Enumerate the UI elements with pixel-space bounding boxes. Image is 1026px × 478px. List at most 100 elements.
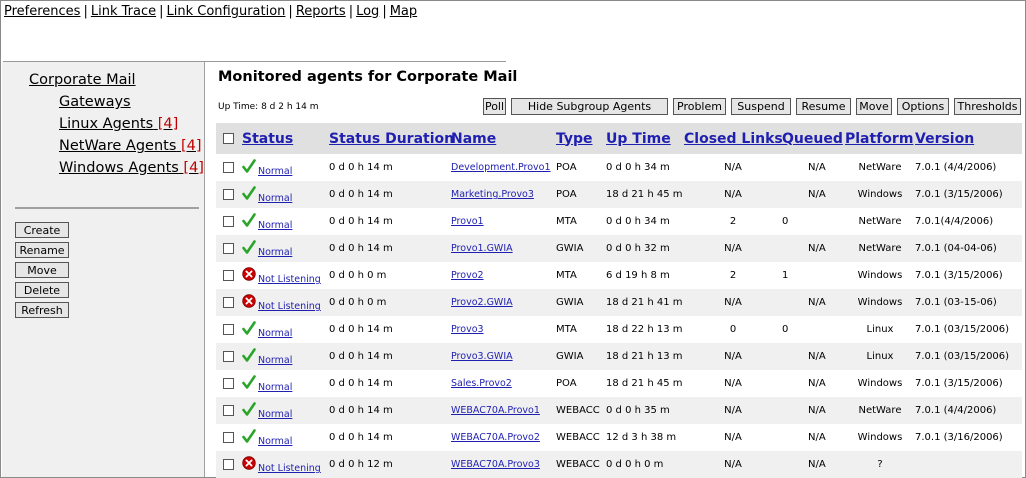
agent-name-link[interactable]: Development.Provo1	[451, 162, 551, 173]
col-version[interactable]: Version	[915, 131, 974, 147]
delete-button[interactable]: Delete	[15, 282, 69, 298]
agent-name-link[interactable]: Provo2	[451, 270, 484, 281]
menu-map[interactable]: Map	[390, 4, 417, 19]
hide-subgroup-agents-button[interactable]: Hide Subgroup Agents	[511, 98, 668, 115]
row-checkbox[interactable]	[223, 269, 234, 281]
status-link[interactable]: Normal	[258, 328, 292, 339]
type-cell: MTA	[556, 216, 577, 227]
agent-name-link[interactable]: Marketing.Provo3	[451, 189, 534, 200]
table-row: Normal 0 d 0 h 14 m Provo3.GWIA GWIA 18 d 21…	[216, 343, 1022, 370]
status-link[interactable]: Normal	[258, 166, 292, 177]
queued-value: N/A	[808, 459, 826, 470]
row-checkbox[interactable]	[223, 404, 234, 416]
thresholds-button[interactable]: Thresholds	[954, 98, 1021, 115]
row-checkbox[interactable]	[223, 431, 234, 443]
version-cell: 7.0.1 (3/15/2006)	[915, 378, 1003, 389]
col-status-duration[interactable]: Status Duration	[329, 131, 454, 147]
status-link[interactable]: Normal	[258, 436, 292, 447]
menu-link-configuration[interactable]: Link Configuration	[167, 4, 286, 19]
select-all-checkbox[interactable]	[223, 132, 234, 144]
col-queued[interactable]: Queued	[782, 131, 843, 147]
tree-root-corporate-mail[interactable]: Corporate Mail	[29, 69, 204, 91]
checkmark-icon	[242, 240, 256, 254]
status-link[interactable]: Not Listening	[258, 463, 321, 474]
up-time-cell: 0 d 0 h 34 m	[606, 162, 670, 173]
row-checkbox[interactable]	[223, 242, 234, 254]
status-link[interactable]: Normal	[258, 193, 292, 204]
tree-item-netware-agents[interactable]: NetWare Agents [4]	[29, 135, 204, 157]
col-name[interactable]: Name	[451, 131, 496, 147]
options-button[interactable]: Options	[897, 98, 949, 115]
closed-links-cell: N/A	[684, 235, 782, 262]
up-time-cell: 0 d 0 h 34 m	[606, 216, 670, 227]
menu-reports[interactable]: Reports	[296, 4, 346, 19]
status-link[interactable]: Not Listening	[258, 301, 321, 312]
agent-name-link[interactable]: Provo1	[451, 216, 484, 227]
queued-cell: 0	[782, 316, 845, 343]
version-cell: 7.0.1 (03/15/2006)	[915, 343, 1022, 370]
version-cell: 7.0.1 (3/15/2006)	[915, 181, 1022, 208]
agent-name-link[interactable]: WEBAC70A.Provo3	[451, 459, 540, 470]
agent-name-link[interactable]: Sales.Provo2	[451, 378, 512, 389]
col-platform[interactable]: Platform	[845, 131, 913, 147]
status-link[interactable]: Normal	[258, 409, 292, 420]
refresh-button[interactable]: Refresh	[15, 302, 69, 318]
tree-item-label: NetWare Agents	[59, 138, 177, 154]
menu-preferences[interactable]: Preferences	[4, 4, 80, 19]
status-link[interactable]: Normal	[258, 382, 292, 393]
row-select-cell	[216, 289, 242, 316]
row-checkbox[interactable]	[223, 377, 234, 389]
move-agent-button[interactable]: Move	[856, 98, 892, 115]
tree-item-linux-agents[interactable]: Linux Agents [4]	[29, 113, 204, 135]
status-link[interactable]: Normal	[258, 247, 292, 258]
tree-item-windows-agents[interactable]: Windows Agents [4]	[29, 157, 204, 179]
agent-name-link[interactable]: WEBAC70A.Provo2	[451, 432, 540, 443]
row-checkbox[interactable]	[223, 350, 234, 362]
poll-button[interactable]: Poll	[483, 98, 506, 115]
status-link[interactable]: Normal	[258, 355, 292, 366]
agent-name-link[interactable]: WEBAC70A.Provo1	[451, 405, 540, 416]
checkmark-icon	[242, 402, 256, 416]
queued-value: N/A	[808, 405, 826, 416]
menu-separator: |	[348, 4, 354, 19]
up-time-cell: 18 d 21 h 45 m	[606, 181, 684, 208]
menu-link-trace[interactable]: Link Trace	[91, 4, 156, 19]
agent-name-link[interactable]: Provo1.GWIA	[451, 243, 513, 254]
col-type[interactable]: Type	[556, 131, 593, 147]
closed-links-cell: N/A	[724, 432, 742, 443]
group-actions: Create Rename Move Delete Refresh	[15, 222, 69, 322]
tree-item-label: Gateways	[59, 94, 131, 110]
row-checkbox[interactable]	[223, 458, 234, 470]
row-checkbox[interactable]	[223, 323, 234, 335]
tree-item-count: [4]	[157, 116, 179, 132]
create-button[interactable]: Create	[15, 222, 69, 238]
status-link[interactable]: Not Listening	[258, 274, 321, 285]
row-checkbox[interactable]	[223, 296, 234, 308]
type-cell: POA	[556, 181, 606, 208]
closed-links-cell: N/A	[684, 397, 782, 424]
agent-name-link[interactable]: Provo3	[451, 324, 484, 335]
suspend-button[interactable]: Suspend	[731, 98, 791, 115]
row-checkbox[interactable]	[223, 188, 234, 200]
rename-button[interactable]: Rename	[15, 242, 69, 258]
closed-links-cell: 2	[729, 270, 737, 281]
col-closed-links[interactable]: Closed Links	[684, 131, 783, 147]
resume-button[interactable]: Resume	[796, 98, 851, 115]
queued-cell: N/A	[782, 370, 845, 397]
menu-log[interactable]: Log	[356, 4, 379, 19]
queued-value: N/A	[808, 162, 826, 173]
agent-name-link[interactable]: Provo3.GWIA	[451, 351, 513, 362]
move-group-button[interactable]: Move	[15, 262, 69, 278]
table-row: Normal 0 d 0 h 14 m Provo3 MTA 18 d 22 h 13 …	[216, 316, 1022, 343]
tree-item-label: Windows Agents	[59, 160, 179, 176]
agent-name-link[interactable]: Provo2.GWIA	[451, 297, 513, 308]
tree-item-gateways[interactable]: Gateways	[29, 91, 204, 113]
col-up-time[interactable]: Up Time	[606, 131, 671, 147]
platform-cell: NetWare	[858, 162, 902, 173]
status-link[interactable]: Normal	[258, 220, 292, 231]
problem-button[interactable]: Problem	[673, 98, 726, 115]
col-status[interactable]: Status	[242, 131, 293, 147]
row-checkbox[interactable]	[223, 161, 234, 173]
row-checkbox[interactable]	[223, 215, 234, 227]
platform-cell: Linux	[866, 324, 894, 335]
